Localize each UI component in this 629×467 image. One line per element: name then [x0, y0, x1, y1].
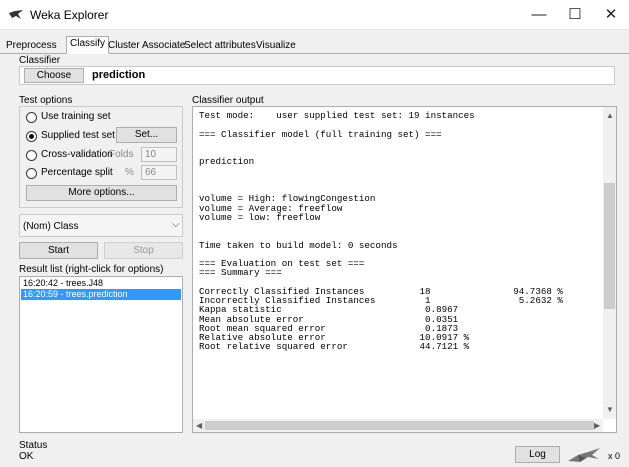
- status-value: OK: [19, 451, 34, 462]
- start-button[interactable]: Start: [19, 242, 98, 259]
- tab-classify[interactable]: Classify: [66, 36, 110, 54]
- percent-sign: %: [125, 167, 134, 178]
- more-options-button[interactable]: More options...: [26, 185, 177, 201]
- tab-visualize[interactable]: Visualize: [252, 38, 300, 53]
- scroll-down-arrow-icon[interactable]: ▼: [606, 405, 614, 414]
- use-training-set-label: Use training set: [41, 111, 111, 122]
- tab-preprocess[interactable]: Preprocess: [2, 38, 61, 53]
- stop-button[interactable]: Stop: [104, 242, 183, 259]
- result-list[interactable]: 16:20:42 - trees.J48 16:20:59 - trees.pr…: [19, 276, 183, 433]
- scroll-right-arrow-icon[interactable]: ▶: [594, 421, 600, 430]
- tab-bar: Preprocess Classify Cluster Associate Se…: [0, 36, 629, 54]
- scroll-up-arrow-icon[interactable]: ▲: [606, 111, 614, 120]
- maximize-button[interactable]: ☐: [557, 0, 593, 30]
- task-count: x 0: [608, 451, 621, 461]
- tab-select-attributes[interactable]: Select attributes: [180, 38, 260, 53]
- chevron-down-icon: ⌵: [172, 219, 180, 230]
- result-item-selected[interactable]: 16:20:59 - trees.prediction: [21, 289, 181, 300]
- weka-bird-icon: [8, 9, 24, 21]
- class-select[interactable]: (Nom) Class ⌵: [19, 214, 183, 237]
- use-training-set-radio[interactable]: [26, 112, 37, 123]
- status-label: Status: [19, 440, 48, 451]
- percentage-input[interactable]: 66: [141, 165, 177, 180]
- classifier-field[interactable]: Choose prediction: [19, 66, 615, 85]
- classifier-name: prediction: [92, 69, 146, 81]
- log-button[interactable]: Log: [515, 446, 560, 463]
- percentage-split-label: Percentage split: [41, 167, 113, 178]
- supplied-test-set-radio[interactable]: [26, 131, 37, 142]
- result-list-label: Result list (right-click for options): [19, 264, 164, 275]
- folds-input[interactable]: 10: [141, 147, 177, 162]
- output-text: Test mode: user supplied test set: 19 in…: [199, 110, 563, 353]
- choose-button[interactable]: Choose: [24, 68, 84, 83]
- classifier-output-label: Classifier output: [192, 95, 264, 106]
- horizontal-scroll-thumb[interactable]: [205, 421, 594, 430]
- title-bar: Weka Explorer — ☐ ✕: [0, 0, 629, 30]
- vertical-scroll-thumb[interactable]: [604, 183, 615, 309]
- classifier-section-label: Classifier: [19, 55, 61, 66]
- result-item[interactable]: 16:20:42 - trees.J48: [21, 278, 181, 289]
- weka-bird-icon: [566, 446, 606, 464]
- supplied-test-set-label: Supplied test set: [41, 130, 115, 141]
- folds-label: Folds: [109, 149, 134, 160]
- close-button[interactable]: ✕: [593, 0, 629, 30]
- scroll-left-arrow-icon[interactable]: ◀: [196, 421, 202, 430]
- window-title: Weka Explorer: [30, 8, 109, 22]
- cross-validation-radio[interactable]: [26, 150, 37, 161]
- percentage-split-radio[interactable]: [26, 168, 37, 179]
- classifier-output-text[interactable]: Test mode: user supplied test set: 19 in…: [192, 106, 617, 433]
- minimize-button[interactable]: —: [521, 0, 557, 30]
- cross-validation-label: Cross-validation: [41, 149, 113, 160]
- class-select-value: (Nom) Class: [23, 221, 79, 232]
- test-options-label: Test options: [19, 95, 73, 106]
- set-test-set-button[interactable]: Set...: [116, 127, 177, 143]
